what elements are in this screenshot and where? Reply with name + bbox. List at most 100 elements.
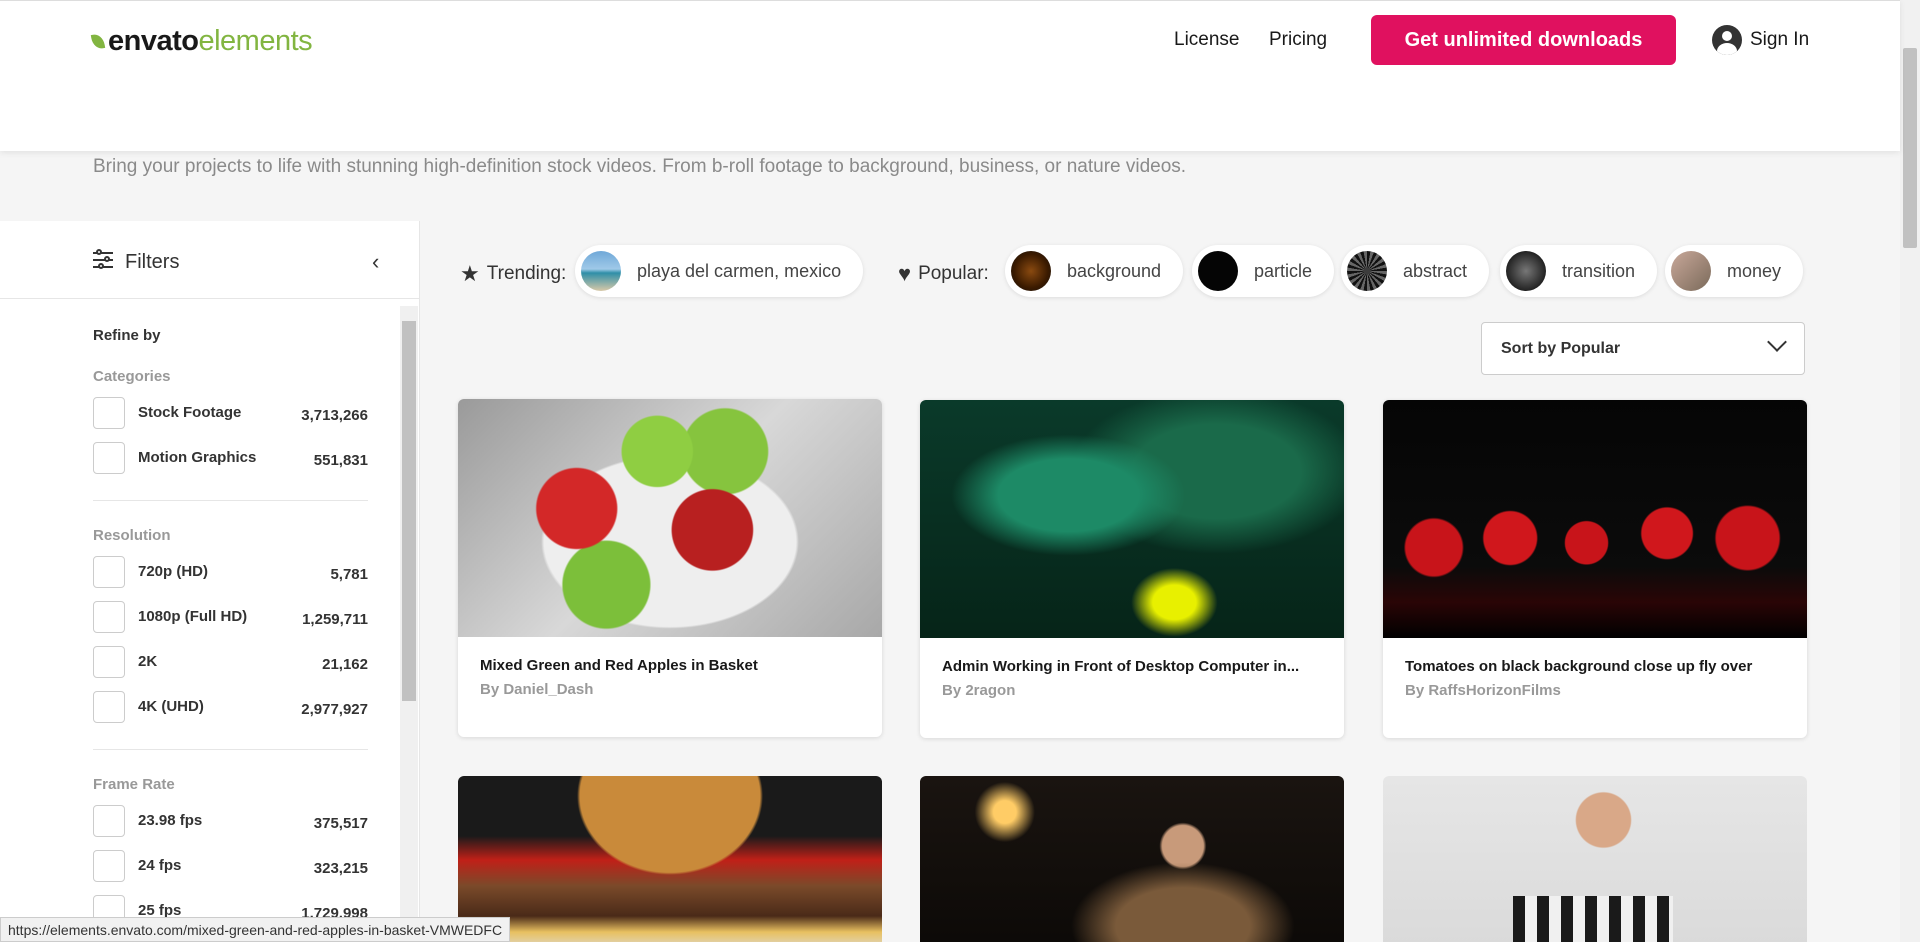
burger-thumbnail[interactable] (458, 776, 882, 942)
filter-label: 1080p (Full HD) (138, 608, 248, 625)
filter-count: 5,781 (330, 566, 368, 583)
checkbox[interactable] (93, 805, 125, 837)
filter-count: 551,831 (313, 452, 368, 469)
filter-label: 2K (138, 653, 158, 670)
sign-in-label: Sign In (1750, 29, 1810, 50)
filter-1080p[interactable]: 1080p (Full HD) 1,259,711 (93, 601, 368, 635)
tag-pill-particle[interactable]: particle (1192, 245, 1335, 297)
logo-envato-text: envato (108, 25, 199, 57)
refine-by-heading: Refine by (93, 327, 161, 344)
tag-pill-background[interactable]: background (1005, 245, 1184, 297)
checkbox[interactable] (93, 646, 125, 678)
site-header: envato elements License Pricing Get unli… (0, 0, 1900, 151)
trending-label: ★ Trending: (460, 261, 566, 287)
scrollbar-thumb[interactable] (402, 321, 416, 701)
filter-label: Stock Footage (138, 404, 242, 421)
page: envato elements License Pricing Get unli… (0, 0, 1920, 942)
filter-4k[interactable]: 4K (UHD) 2,977,927 (93, 691, 368, 725)
tag-pill-transition[interactable]: transition (1500, 245, 1658, 297)
page-scrollbar[interactable] (1900, 0, 1920, 942)
logo-elements-text: elements (198, 25, 313, 57)
checkbox[interactable] (93, 850, 125, 882)
categories-heading: Categories (93, 368, 171, 385)
background-thumbnail (1011, 251, 1051, 291)
get-unlimited-downloads-button[interactable]: Get unlimited downloads (1371, 15, 1676, 65)
card-author[interactable]: By 2ragon (942, 682, 1015, 699)
filters-scrollbar[interactable] (400, 306, 418, 942)
browser-status-url: https://elements.envato.com/mixed-green-… (0, 917, 511, 942)
page-subtitle: Bring your projects to life with stunnin… (93, 156, 1187, 177)
nav-pricing-link[interactable]: Pricing (1269, 29, 1327, 51)
tag-label: abstract (1403, 260, 1468, 281)
user-avatar-icon (1712, 25, 1742, 55)
admin-computer-thumbnail[interactable] (920, 400, 1344, 638)
page-scrollbar-thumb[interactable] (1903, 48, 1917, 248)
video-card-burger[interactable] (458, 776, 882, 942)
tag-pill-trending[interactable]: playa del carmen, mexico (575, 245, 864, 297)
checkbox[interactable] (93, 556, 125, 588)
collapse-chevron-left-icon[interactable]: ‹ (372, 249, 379, 275)
envato-elements-logo[interactable]: envato elements (90, 25, 313, 58)
card-title[interactable]: Tomatoes on black background close up fl… (1405, 658, 1790, 675)
filter-label: Motion Graphics (138, 449, 257, 466)
tag-label: playa del carmen, mexico (637, 260, 842, 281)
beach-thumbnail (581, 251, 621, 291)
divider (93, 749, 368, 750)
heart-icon: ♥ (898, 261, 912, 286)
tag-label: money (1727, 260, 1782, 281)
checkbox[interactable] (93, 691, 125, 723)
tag-pill-abstract[interactable]: abstract (1341, 245, 1490, 297)
money-thumbnail (1671, 251, 1711, 291)
card-author[interactable]: By Daniel_Dash (480, 681, 593, 698)
filters-title: Filters (125, 251, 180, 273)
trending-text: Trending: (486, 263, 567, 284)
filter-stock-footage[interactable]: Stock Footage 3,713,266 (93, 397, 368, 431)
divider (93, 500, 368, 501)
video-card-night-smoker[interactable] (920, 776, 1344, 942)
tag-label: transition (1562, 260, 1636, 281)
filter-720p[interactable]: 720p (HD) 5,781 (93, 556, 368, 590)
video-card[interactable]: Tomatoes on black background close up fl… (1383, 400, 1807, 738)
nav-license-link[interactable]: License (1174, 29, 1240, 51)
video-card[interactable]: Admin Working in Front of Desktop Comput… (920, 400, 1344, 738)
card-title[interactable]: Mixed Green and Red Apples in Basket (480, 657, 865, 674)
chevron-down-icon (1767, 332, 1787, 352)
resolution-heading: Resolution (93, 527, 171, 544)
filters-header: Filters ‹ (0, 221, 420, 299)
filter-count: 21,162 (322, 656, 368, 673)
filter-label: 23.98 fps (138, 812, 203, 829)
abstract-thumbnail (1347, 251, 1387, 291)
filter-24-fps[interactable]: 24 fps 323,215 (93, 850, 368, 884)
video-card-man-shirt[interactable] (1383, 776, 1807, 942)
checkbox[interactable] (93, 442, 125, 474)
apples-thumbnail[interactable] (458, 399, 882, 637)
filter-sliders-icon (93, 249, 115, 269)
transition-thumbnail (1506, 251, 1546, 291)
card-author[interactable]: By RaffsHorizonFilms (1405, 682, 1561, 699)
popular-label: ♥ Popular: (898, 261, 989, 287)
filter-2k[interactable]: 2K 21,162 (93, 646, 368, 680)
filter-count: 375,517 (313, 815, 368, 832)
filter-count: 2,977,927 (301, 701, 368, 718)
checkbox[interactable] (93, 601, 125, 633)
star-icon: ★ (460, 261, 480, 286)
tag-pill-money[interactable]: money (1665, 245, 1804, 297)
tag-label: particle (1254, 260, 1313, 281)
frame-rate-heading: Frame Rate (93, 776, 175, 793)
tomatoes-thumbnail[interactable] (1383, 400, 1807, 638)
card-title[interactable]: Admin Working in Front of Desktop Comput… (942, 658, 1327, 675)
tag-label: background (1067, 260, 1162, 281)
filter-count: 1,259,711 (302, 611, 368, 628)
filter-23-98-fps[interactable]: 23.98 fps 375,517 (93, 805, 368, 839)
night-street-thumbnail[interactable] (920, 776, 1344, 942)
man-striped-shirt-thumbnail[interactable] (1383, 776, 1807, 942)
filter-label: 4K (UHD) (138, 698, 204, 715)
leaf-icon (90, 33, 106, 50)
filter-count: 323,215 (313, 860, 368, 877)
checkbox[interactable] (93, 397, 125, 429)
sign-in-button[interactable]: Sign In (1712, 25, 1809, 55)
sort-label: Sort by Popular (1501, 340, 1621, 357)
video-card[interactable]: Mixed Green and Red Apples in Basket By … (458, 399, 882, 737)
filter-motion-graphics[interactable]: Motion Graphics 551,831 (93, 442, 368, 476)
sort-dropdown[interactable]: Sort by Popular (1481, 322, 1805, 375)
